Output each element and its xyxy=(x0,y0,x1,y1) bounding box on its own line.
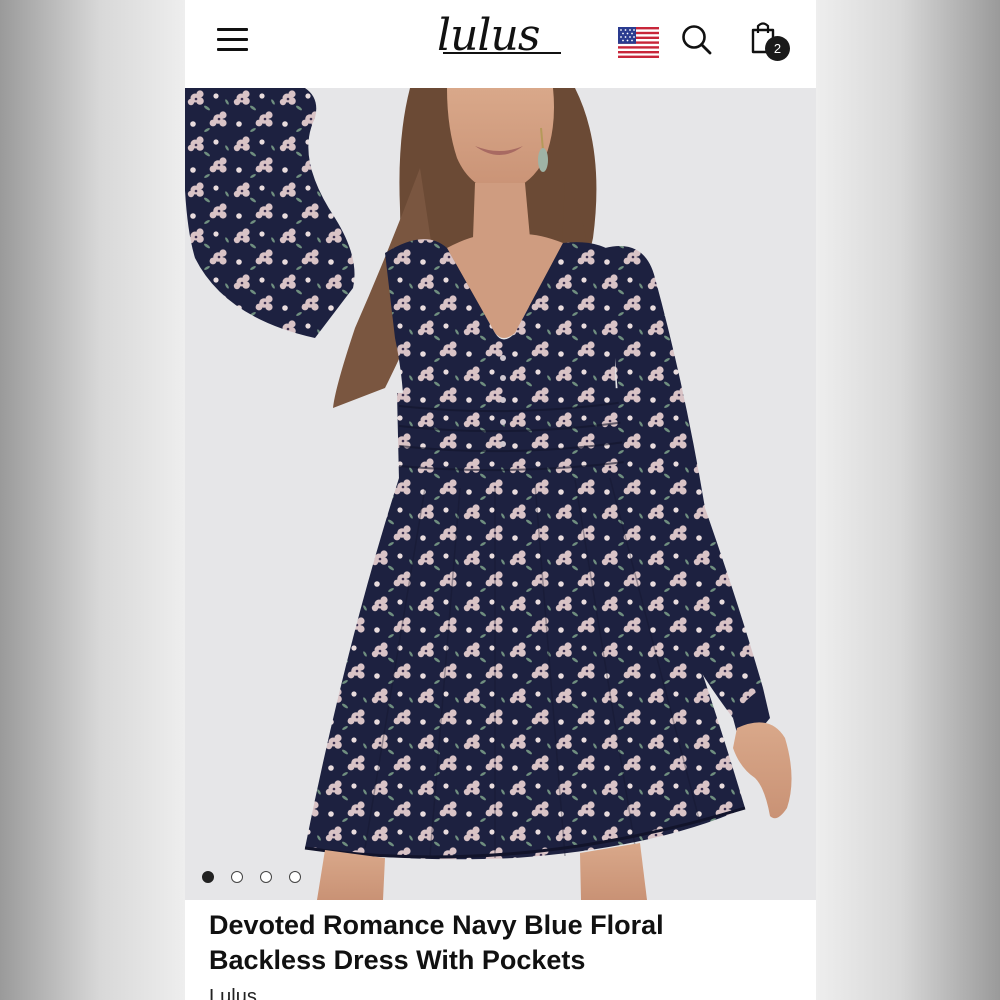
logo-underline xyxy=(443,52,561,54)
search-icon[interactable] xyxy=(681,24,713,56)
product-image-gallery[interactable] xyxy=(185,88,816,900)
product-title-line-2: Backless Dress With Pockets xyxy=(209,945,586,975)
menu-button[interactable] xyxy=(217,27,249,53)
site-header: lulus 2 xyxy=(185,0,816,88)
us-flag-icon[interactable] xyxy=(618,27,659,58)
menu-bar xyxy=(217,28,248,31)
menu-bar xyxy=(217,38,248,41)
gallery-dot-1[interactable] xyxy=(202,871,214,883)
product-brand[interactable]: Lulus xyxy=(209,986,257,1000)
gallery-dot-3[interactable] xyxy=(260,871,272,883)
gallery-dot-2[interactable] xyxy=(231,871,243,883)
menu-bar xyxy=(217,48,248,51)
phone-screen: lulus 2 Devoted Romance Navy Blue Floral… xyxy=(185,0,816,1000)
cart-count-badge: 2 xyxy=(765,36,790,61)
product-title-line-1: Devoted Romance Navy Blue Floral xyxy=(209,910,664,940)
product-photo xyxy=(185,88,816,900)
gallery-dot-4[interactable] xyxy=(289,871,301,883)
product-title: Devoted Romance Navy Blue Floral Backles… xyxy=(209,908,799,978)
site-logo[interactable]: lulus xyxy=(437,6,567,66)
